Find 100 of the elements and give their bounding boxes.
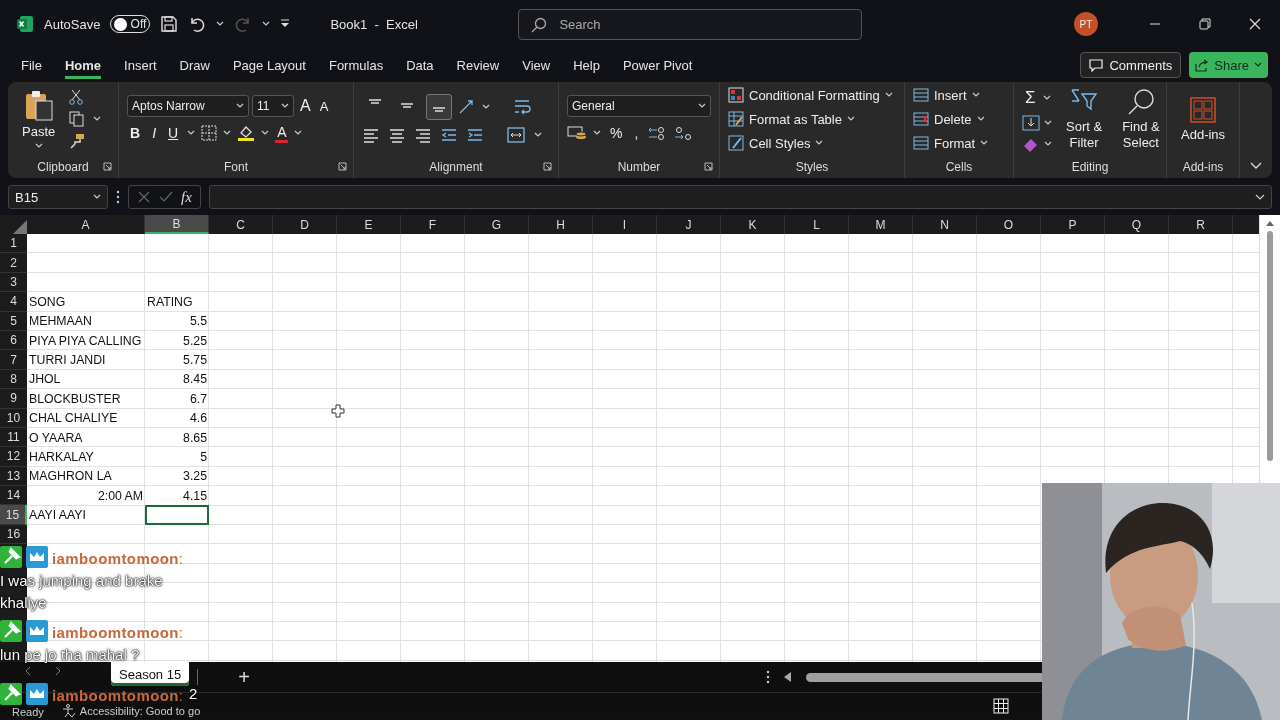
ribbon-tab[interactable]: Help	[573, 51, 600, 79]
add-sheet-button[interactable]: +	[232, 664, 256, 690]
dialog-launcher-icon[interactable]	[704, 162, 713, 171]
excel-logo-icon[interactable]	[16, 15, 34, 33]
user-avatar[interactable]: PT	[1074, 12, 1098, 36]
dialog-launcher-icon[interactable]	[338, 162, 347, 171]
next-sheet-icon[interactable]	[55, 666, 61, 676]
insert-button[interactable]: Insert	[913, 84, 989, 106]
font-name-dropdown[interactable]: Aptos Narrow	[127, 95, 249, 117]
ribbon-tab[interactable]: File	[21, 51, 42, 79]
table-cell[interactable]: 5.5	[145, 311, 209, 331]
caret-icon[interactable]	[482, 104, 490, 110]
increase-indent-icon[interactable]	[466, 126, 484, 144]
table-cell[interactable]: 8.65	[145, 427, 209, 448]
format-as-table-button[interactable]: Format as Table	[728, 108, 893, 130]
accessibility-status[interactable]: Accessibility: Good to go	[79, 705, 201, 717]
sheet-tab[interactable]: Season 15	[111, 662, 190, 686]
caret-icon[interactable]	[1044, 141, 1052, 147]
cut-icon[interactable]	[69, 89, 84, 105]
normal-view-icon[interactable]	[993, 698, 1009, 714]
table-cell[interactable]: MAGHRON LA	[27, 466, 145, 487]
more-icon[interactable]	[766, 670, 770, 684]
font-grow-button[interactable]: A	[297, 95, 314, 117]
name-box[interactable]: B15	[8, 185, 108, 209]
formula-input[interactable]	[208, 185, 1272, 209]
caret-icon[interactable]	[236, 103, 244, 109]
dialog-launcher-icon[interactable]	[103, 162, 112, 171]
number-format-dropdown[interactable]: General	[567, 95, 711, 117]
fill-icon[interactable]	[1022, 115, 1040, 131]
add-ins-button[interactable]: Add-ins	[1175, 94, 1232, 144]
ribbon-tab[interactable]: Home	[64, 51, 102, 79]
caret-icon[interactable]	[884, 92, 893, 98]
ribbon-tab[interactable]: Insert	[124, 51, 157, 79]
caret-icon[interactable]	[261, 130, 270, 136]
paste-button[interactable]: Paste	[16, 88, 62, 150]
caret-icon[interactable]	[815, 140, 824, 146]
caret-icon[interactable]	[187, 130, 196, 136]
table-cell[interactable]: BLOCKBUSTER	[27, 389, 145, 409]
table-cell[interactable]: PIYA PIYA CALLING	[27, 330, 145, 351]
table-cell[interactable]: 5.25	[145, 330, 209, 351]
format-button[interactable]: Format	[913, 132, 989, 154]
column-header[interactable]: B	[145, 215, 209, 234]
table-cell[interactable]: 6.7	[145, 389, 209, 409]
caret-icon[interactable]	[1044, 120, 1052, 126]
delete-button[interactable]: Delete	[913, 108, 989, 130]
underline-button[interactable]: U	[165, 123, 182, 143]
table-cell[interactable]: SONG	[27, 292, 145, 312]
vertical-scrollbar-thumb[interactable]	[1267, 231, 1273, 461]
caret-icon[interactable]	[294, 130, 303, 136]
fill-color-icon[interactable]	[237, 124, 256, 142]
center-icon[interactable]	[388, 126, 406, 144]
ribbon-tab[interactable]: Power Pivot	[622, 51, 693, 79]
find-select-button[interactable]: Find & Select	[1116, 86, 1166, 152]
dialog-launcher-icon[interactable]	[543, 162, 552, 171]
borders-icon[interactable]	[201, 125, 218, 141]
table-cell[interactable]: CHAL CHALIYE	[27, 408, 145, 428]
save-icon[interactable]	[160, 15, 179, 33]
caret-icon[interactable]	[281, 103, 289, 109]
table-cell[interactable]: 4.15	[145, 486, 209, 506]
align-right-icon[interactable]	[414, 126, 432, 144]
table-cell[interactable]: 4.6	[145, 408, 209, 428]
align-left-icon[interactable]	[362, 126, 380, 144]
close-icon[interactable]	[1249, 18, 1261, 30]
orientation-icon[interactable]	[458, 99, 476, 115]
restore-icon[interactable]	[1199, 18, 1211, 30]
scroll-up-icon[interactable]	[1265, 219, 1275, 227]
table-cell[interactable]: TURRI JANDI	[27, 350, 145, 370]
table-cell[interactable]: 2:00 AM	[27, 486, 145, 506]
table-cell[interactable]: AAYI AAYI	[27, 505, 145, 525]
decrease-indent-icon[interactable]	[440, 126, 458, 144]
table-cell[interactable]: 5	[145, 447, 209, 467]
table-cell[interactable]: RATING	[145, 292, 209, 312]
cell-styles-button[interactable]: Cell Styles	[728, 132, 893, 154]
customize-icon[interactable]	[280, 19, 291, 29]
more-icon[interactable]	[116, 190, 120, 204]
conditional-formatting-button[interactable]: Conditional Formatting	[728, 84, 893, 106]
table-cell[interactable]: 5.75	[145, 350, 209, 370]
sort-filter-button[interactable]: Sort & Filter	[1060, 86, 1109, 152]
caret-icon[interactable]	[262, 21, 271, 27]
share-button[interactable]: Share	[1189, 52, 1268, 78]
italic-button[interactable]: I	[149, 123, 159, 143]
ribbon-tab[interactable]: View	[522, 51, 551, 79]
caret-icon[interactable]	[593, 130, 601, 136]
table-cell[interactable]: 3.25	[145, 466, 209, 487]
ribbon-tab[interactable]: Draw	[179, 51, 210, 79]
eraser-icon[interactable]	[1022, 136, 1040, 152]
caret-icon[interactable]	[93, 116, 102, 122]
scroll-left-icon[interactable]	[784, 672, 792, 682]
font-shrink-button[interactable]: A	[316, 96, 332, 116]
ribbon-tab[interactable]: Page Layout	[232, 51, 306, 79]
caret-icon[interactable]	[971, 92, 980, 98]
comments-button[interactable]: Comments	[1080, 52, 1182, 78]
caret-icon[interactable]	[93, 194, 101, 200]
table-cell[interactable]: O YAARA	[27, 427, 145, 448]
format-painter-icon[interactable]	[69, 133, 86, 149]
font-color-button[interactable]: A	[275, 123, 289, 143]
percent-button[interactable]: %	[607, 123, 626, 143]
selected-cell[interactable]	[145, 505, 209, 525]
search-field[interactable]: Search	[518, 8, 863, 40]
ribbon-tab[interactable]: Data	[406, 51, 434, 79]
